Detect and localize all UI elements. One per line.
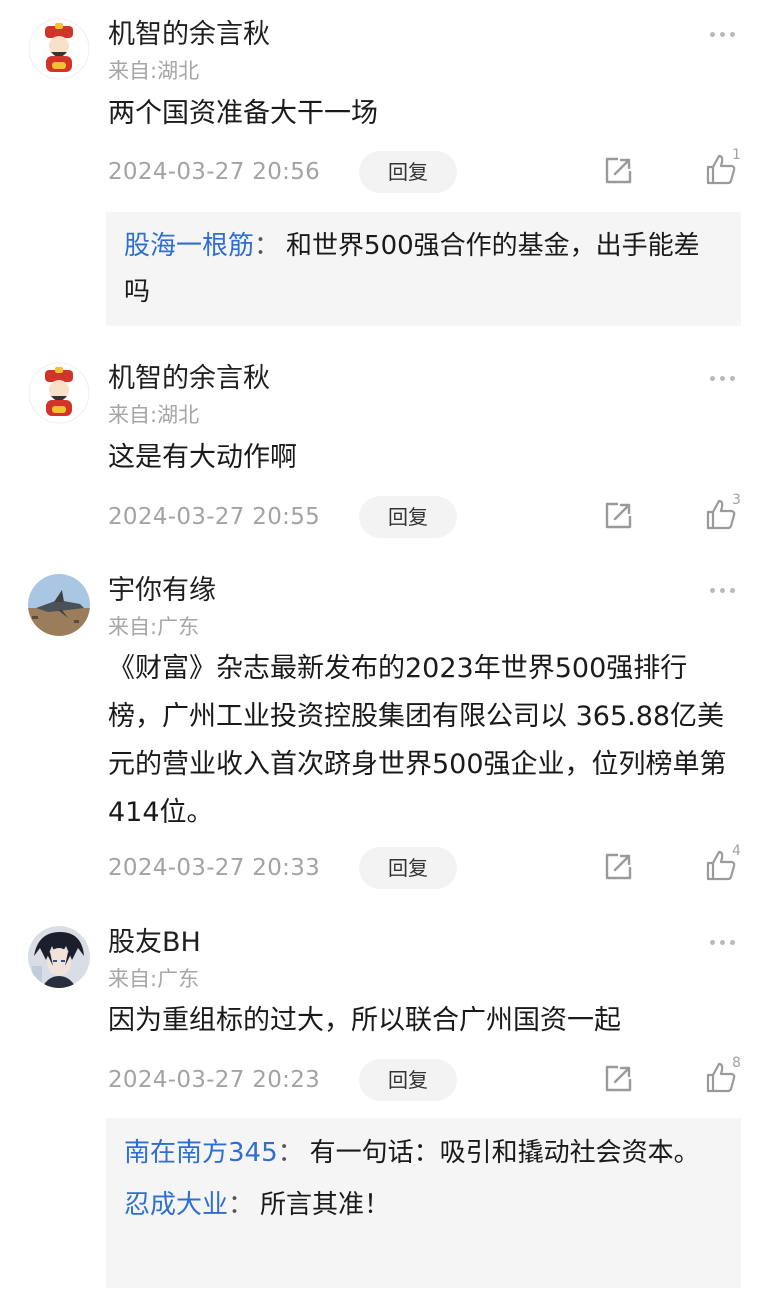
like-count: 1 <box>732 147 741 163</box>
avatar-caishen[interactable] <box>28 18 90 80</box>
reply-item: 股海一根筋： 和世界500强合作的基金，出手能差吗 <box>106 212 741 315</box>
more-dots-icon[interactable] <box>710 371 742 385</box>
reply-text: 所言其准！ <box>260 1190 391 1220</box>
timestamp: 2024-03-27 20:33 <box>108 855 321 881</box>
location: 来自:广东 <box>108 615 200 639</box>
comment-text: 这是有大动作啊 <box>108 442 297 473</box>
reply-button[interactable]: 回复 <box>359 496 457 538</box>
reply-item: 忍成大业： 所言其准！ <box>106 1176 741 1228</box>
username[interactable]: 宇你有缘 <box>108 574 216 608</box>
reply-username[interactable]: 忍成大业 <box>124 1190 228 1220</box>
reply-username[interactable]: 股海一根筋 <box>124 231 254 261</box>
avatar-caishen[interactable] <box>28 362 90 424</box>
share-icon[interactable] <box>603 852 633 882</box>
reply-username[interactable]: 南在南方345 <box>124 1138 278 1168</box>
username[interactable]: 股友BH <box>108 926 201 960</box>
reply-list: 股海一根筋： 和世界500强合作的基金，出手能差吗 <box>106 212 741 326</box>
reply-list: 南在南方345： 有一句话：吸引和撬动社会资本。 忍成大业： 所言其准！ <box>106 1118 741 1288</box>
username[interactable]: 机智的余言秋 <box>108 18 270 52</box>
more-dots-icon[interactable] <box>710 27 742 41</box>
avatar-anime[interactable] <box>28 926 90 988</box>
reply-colon: ： <box>228 1190 255 1220</box>
reply-button[interactable]: 回复 <box>359 151 457 193</box>
avatar-jet[interactable] <box>28 574 90 636</box>
comment-text: 两个国资准备大干一场 <box>108 98 378 129</box>
comment-text: 《财富》杂志最新发布的2023年世界500强排行榜，广州工业投资控股集团有限公司… <box>108 653 727 828</box>
like-count: 8 <box>732 1055 741 1071</box>
more-dots-icon[interactable] <box>710 935 742 949</box>
like-count: 3 <box>732 492 741 508</box>
reply-button[interactable]: 回复 <box>359 1059 457 1101</box>
share-icon[interactable] <box>603 156 633 186</box>
location: 来自:湖北 <box>108 59 200 83</box>
username[interactable]: 机智的余言秋 <box>108 362 270 396</box>
timestamp: 2024-03-27 20:55 <box>108 504 321 530</box>
comment-text: 因为重组标的过大，所以联合广州国资一起 <box>108 1005 621 1036</box>
timestamp: 2024-03-27 20:23 <box>108 1067 321 1093</box>
reply-colon: ： <box>277 1138 304 1168</box>
more-dots-icon[interactable] <box>710 583 742 597</box>
location: 来自:湖北 <box>108 403 200 427</box>
timestamp: 2024-03-27 20:56 <box>108 159 321 185</box>
reply-text: 有一句话：吸引和撬动社会资本。 <box>309 1138 700 1168</box>
reply-button[interactable]: 回复 <box>359 847 457 889</box>
reply-colon: ： <box>254 231 281 261</box>
share-icon[interactable] <box>603 501 633 531</box>
reply-item: 南在南方345： 有一句话：吸引和撬动社会资本。 <box>106 1118 741 1176</box>
like-count: 4 <box>732 843 741 859</box>
share-icon[interactable] <box>603 1064 633 1094</box>
location: 来自:广东 <box>108 967 200 991</box>
